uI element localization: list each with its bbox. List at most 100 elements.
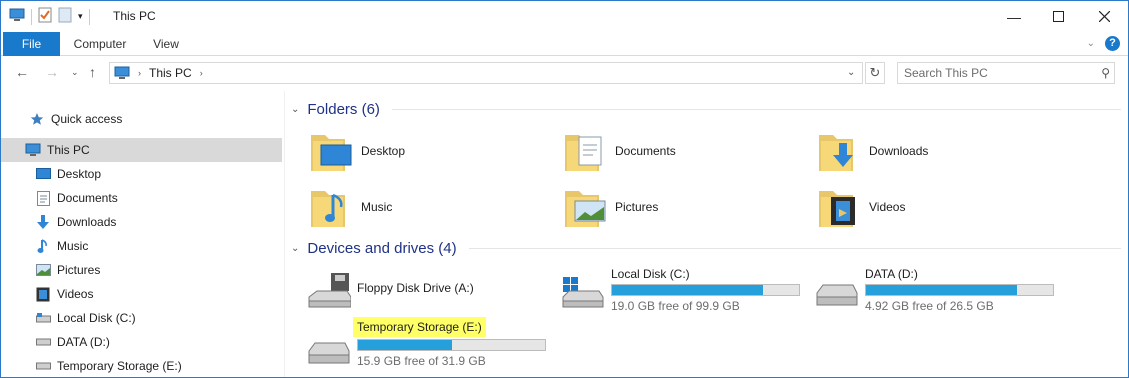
maximize-icon (1052, 11, 1064, 22)
refresh-button[interactable]: ↻ (865, 62, 885, 84)
separator (31, 8, 32, 25)
back-arrow-icon[interactable]: ← (15, 64, 29, 80)
minimize-icon: — (1007, 8, 1021, 25)
desktop-folder-icon (311, 135, 352, 171)
new-folder-icon[interactable] (58, 7, 72, 26)
refresh-icon: ↻ (869, 65, 881, 80)
breadcrumb-chevron-icon[interactable]: › (138, 68, 141, 78)
address-bar[interactable]: › This PC › (109, 62, 863, 84)
tab-computer[interactable]: Computer (63, 32, 137, 56)
search-box[interactable]: ⚲ (897, 62, 1115, 84)
tab-view[interactable]: View (141, 32, 191, 56)
drive-free-space: 19.0 GB free of 99.9 GB (611, 299, 740, 313)
drive-tile-temporary-storage-e[interactable]: Temporary Storage (E:) 15.9 GB free of 3… (305, 317, 565, 371)
drive-icon (816, 284, 858, 306)
folder-label: Downloads (869, 144, 929, 158)
drive-usage-fill (612, 285, 764, 295)
computer-icon[interactable] (9, 8, 25, 25)
computer-icon (25, 142, 41, 158)
separator (88, 8, 90, 25)
quick-access-toolbar: ▾ (9, 7, 90, 26)
sidebar-item-pictures[interactable]: Pictures (1, 258, 282, 282)
downloads-folder-icon (819, 135, 853, 171)
sidebar-item-temporary-storage-e[interactable]: Temporary Storage (E:) (1, 354, 282, 377)
sidebar-item-label: Temporary Storage (E:) (57, 359, 182, 373)
drive-usage-fill (866, 285, 1018, 295)
drive-tile-data-d[interactable]: DATA (D:) 4.92 GB free of 26.5 GB (813, 267, 1073, 317)
windows-drive-icon (562, 277, 604, 308)
window-title: This PC (113, 9, 156, 23)
customize-toolbar-icon[interactable]: ▾ (78, 11, 83, 22)
maximize-button[interactable] (1035, 1, 1081, 32)
sidebar-item-label: DATA (D:) (57, 335, 110, 349)
downloads-icon (35, 214, 51, 230)
ribbon-tabs: File Computer View ⌄ ? (1, 32, 1128, 56)
sidebar-item-quick-access[interactable]: Quick access (1, 107, 282, 131)
drive-free-space: 4.92 GB free of 26.5 GB (865, 299, 994, 313)
sidebar-item-label: Quick access (51, 112, 123, 126)
drive-tile-floppy[interactable]: Floppy Disk Drive (A:) (305, 269, 545, 313)
forward-arrow-icon[interactable]: → (45, 64, 59, 80)
chevron-down-icon[interactable]: ⌄ (291, 243, 299, 254)
sidebar-item-label: Local Disk (C:) (57, 311, 136, 325)
pictures-folder-icon (565, 191, 606, 227)
sidebar-item-documents[interactable]: Documents (1, 186, 282, 210)
drive-free-space: 15.9 GB free of 31.9 GB (357, 354, 486, 368)
videos-icon (35, 286, 51, 302)
properties-icon[interactable] (38, 7, 52, 26)
folder-label: Music (361, 200, 393, 214)
folder-tile-desktop[interactable]: Desktop (309, 129, 405, 173)
expand-ribbon-icon[interactable]: ⌄ (1087, 38, 1095, 49)
divider (468, 248, 1121, 249)
sidebar-item-local-disk-c[interactable]: Local Disk (C:) (1, 306, 282, 330)
folder-tile-pictures[interactable]: Pictures (563, 185, 658, 229)
sidebar-item-downloads[interactable]: Downloads (1, 210, 282, 234)
help-icon[interactable]: ? (1105, 36, 1120, 51)
sidebar-item-music[interactable]: Music (1, 234, 282, 258)
explorer-window: ▾ This PC — File Computer View ⌄ ? ← → ⌄… (0, 0, 1129, 378)
folder-label: Videos (869, 200, 906, 214)
folder-tile-videos[interactable]: Videos (817, 185, 905, 229)
folder-tile-downloads[interactable]: Downloads (817, 129, 928, 173)
music-folder-icon (311, 191, 345, 227)
music-icon (35, 238, 51, 254)
documents-folder-icon (565, 135, 602, 171)
floppy-drive-icon (308, 273, 351, 308)
sidebar-item-data-d[interactable]: DATA (D:) (1, 330, 282, 354)
drive-tile-local-disk-c[interactable]: Local Disk (C:) 19.0 GB free of 99.9 GB (559, 267, 819, 317)
up-arrow-icon[interactable]: ↑ (89, 64, 96, 80)
folder-label: Pictures (615, 200, 659, 214)
documents-icon (35, 190, 51, 206)
breadcrumb-this-pc[interactable]: This PC (149, 66, 192, 80)
address-row: ← → ⌄ ↑ › This PC › ⌄ ↻ ⚲ (1, 57, 1128, 89)
drives-group-header[interactable]: ⌄ Devices and drives (4) (291, 240, 1121, 257)
address-dropdown-icon[interactable]: ⌄ (847, 67, 855, 78)
star-icon (29, 111, 45, 127)
desktop-icon (35, 166, 51, 182)
close-icon (1098, 11, 1110, 22)
sidebar-item-desktop[interactable]: Desktop (1, 162, 282, 186)
chevron-down-icon[interactable]: ⌄ (291, 104, 299, 115)
sidebar-item-label: This PC (47, 143, 90, 157)
sidebar-item-videos[interactable]: Videos (1, 282, 282, 306)
drive-name: Local Disk (C:) (611, 267, 690, 281)
folders-group-title: Folders (6) (307, 101, 380, 118)
folder-tile-documents[interactable]: Documents (563, 129, 676, 173)
minimize-button[interactable]: — (991, 1, 1037, 32)
sidebar-item-label: Pictures (57, 263, 101, 277)
title-bar: ▾ This PC — (1, 1, 1128, 32)
folder-tile-music[interactable]: Music (309, 185, 392, 229)
close-button[interactable] (1081, 1, 1127, 32)
folders-group-header[interactable]: ⌄ Folders (6) (291, 101, 1121, 118)
search-icon[interactable]: ⚲ (1101, 66, 1110, 80)
breadcrumb-chevron-icon[interactable]: › (200, 68, 203, 78)
tab-file[interactable]: File (3, 32, 60, 56)
sidebar-item-label: Music (57, 239, 89, 253)
drive-name: DATA (D:) (865, 267, 918, 281)
computer-icon (114, 66, 130, 79)
sidebar-item-this-pc[interactable]: This PC (1, 138, 282, 162)
recent-locations-icon[interactable]: ⌄ (71, 67, 79, 78)
search-input[interactable] (898, 63, 1088, 83)
drive-icon (308, 342, 350, 364)
sidebar-item-label: Downloads (57, 215, 117, 229)
